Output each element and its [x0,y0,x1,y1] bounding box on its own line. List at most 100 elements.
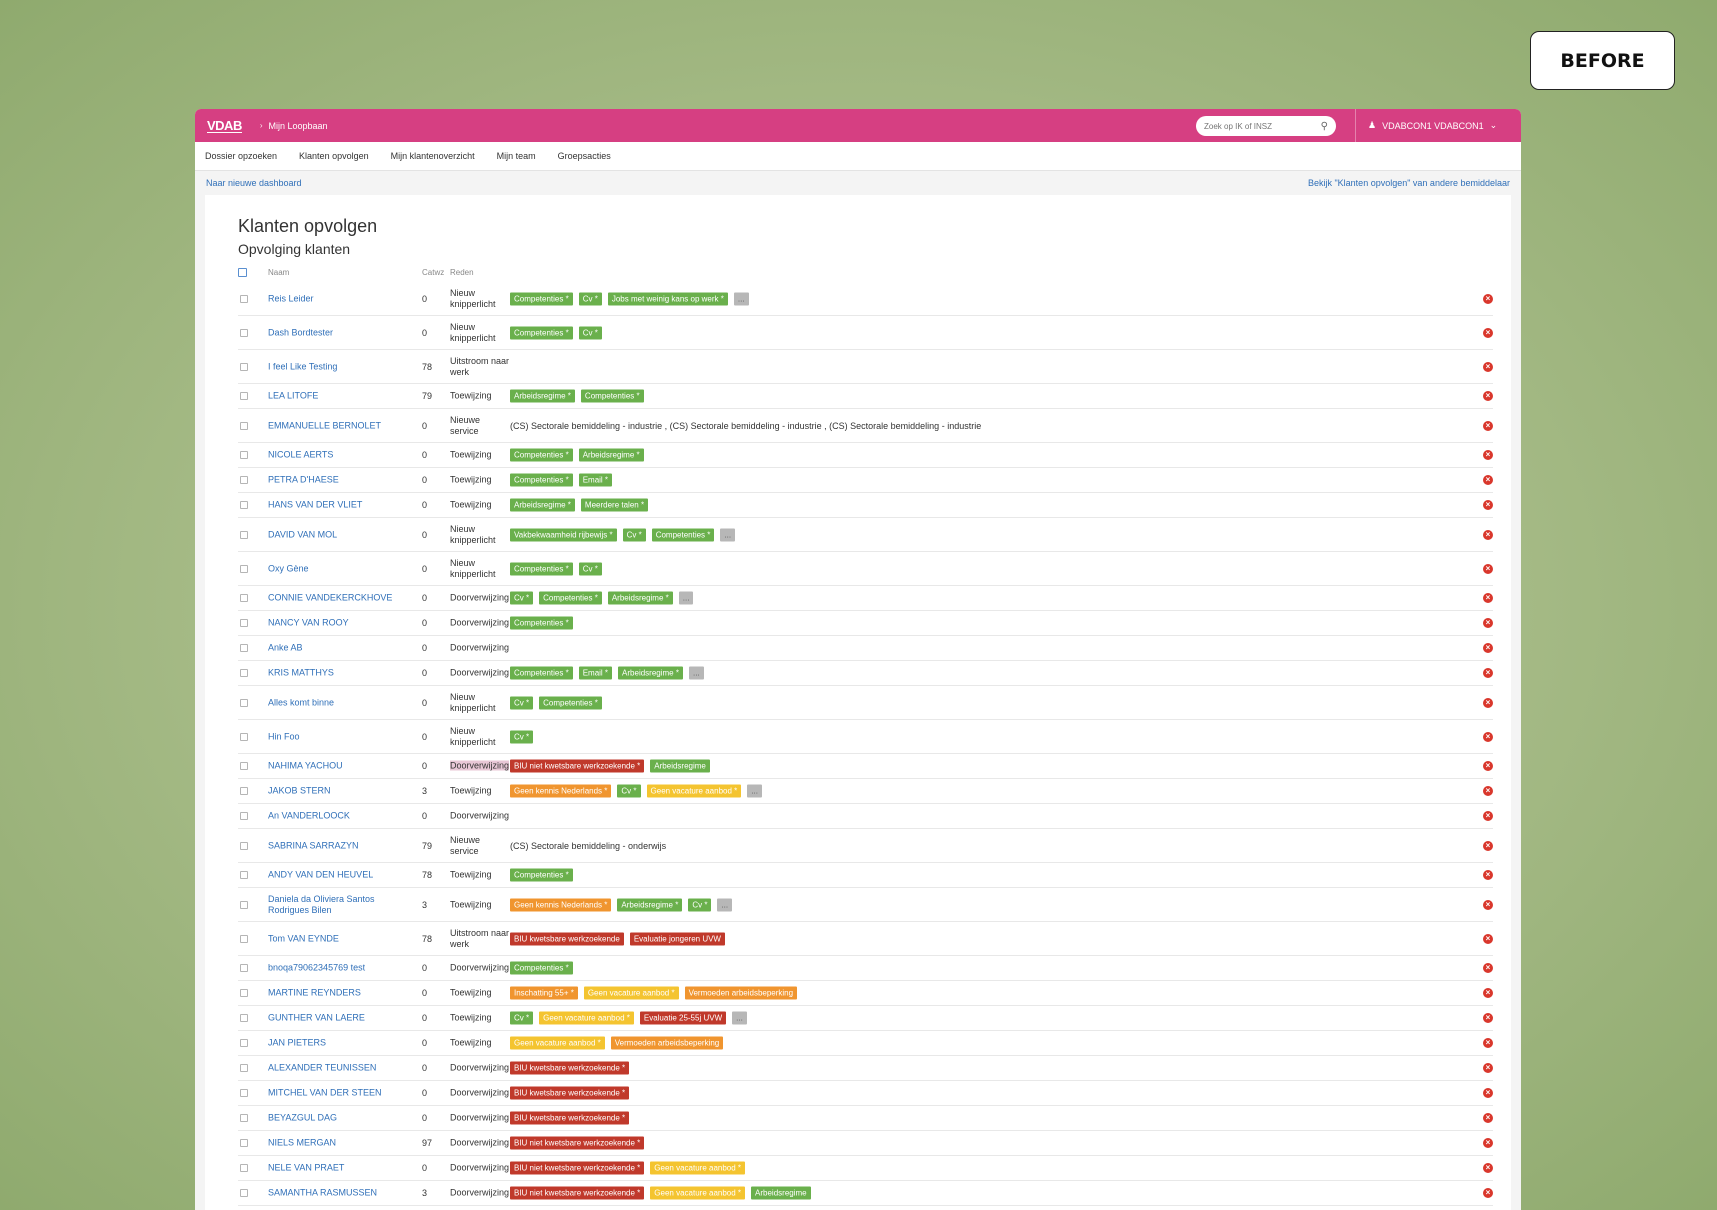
row-checkbox[interactable] [240,841,248,850]
client-name-link[interactable]: EMMANUELLE BERNOLET [268,420,413,431]
more-tags-button[interactable]: ... [747,784,762,798]
client-name-link[interactable]: NAHIMA YACHOU [268,761,413,772]
row-checkbox[interactable] [240,644,248,652]
table-row[interactable]: MITCHEL VAN DER STEEN 0 Doorverwijzing BIU … [238,1081,1493,1106]
remove-icon[interactable]: × [1483,475,1493,485]
client-name-link[interactable]: HANS VAN DER VLIET [268,500,413,511]
table-row[interactable]: ALEXANDER TEUNISSEN 0 Doorverwijzing BIU kw… [238,1056,1493,1081]
client-name-link[interactable]: LEA LITOFE [268,391,413,402]
remove-icon[interactable]: × [1483,643,1493,653]
breadcrumb-mijn-loopbaan[interactable]: Mijn Loopbaan [269,121,328,131]
remove-icon[interactable]: × [1483,450,1493,460]
table-row[interactable]: Oxy Gène 0 Nieuw knipperlicht Competenties … [238,552,1493,586]
table-row[interactable]: LEA LITOFE 79 Toewijzing Arbeidsregime * Com… [238,384,1493,409]
client-name-link[interactable]: ANDY VAN DEN HEUVEL [268,870,413,881]
search-input[interactable] [1204,121,1314,131]
remove-icon[interactable]: × [1483,1113,1493,1123]
table-row[interactable]: NIELS MERGAN 97 Doorverwijzing BIU niet kwe… [238,1131,1493,1156]
more-tags-button[interactable]: ... [720,528,736,541]
client-name-link[interactable]: SAMANTHA RASMUSSEN [268,1188,413,1199]
client-name-link[interactable]: Reis Leider [268,293,413,304]
remove-icon[interactable]: × [1483,988,1493,998]
client-name-link[interactable]: Daniela da Oliviera Santos Rodrigues Bil… [268,894,413,916]
row-checkbox[interactable] [240,476,248,484]
remove-icon[interactable]: × [1483,593,1493,603]
remove-icon[interactable]: × [1483,1038,1493,1048]
remove-icon[interactable]: × [1483,870,1493,880]
client-name-link[interactable]: DAVID VAN MOL [268,529,413,540]
row-checkbox[interactable] [240,934,248,943]
row-checkbox[interactable] [240,1139,248,1147]
table-row[interactable]: Alles komt binne 0 Nieuw knipperlicht Cv * C… [238,686,1493,720]
table-row[interactable]: GUNTHER VAN LAERE 0 Toewijzing Cv * Geen vac… [238,1006,1493,1031]
table-row[interactable]: Tom VAN EYNDE 78 Uitstroom naar werk BIU kw… [238,922,1493,956]
row-checkbox[interactable] [240,989,248,997]
remove-icon[interactable]: × [1483,731,1493,742]
remove-icon[interactable]: × [1483,668,1493,678]
table-row[interactable]: SAMANTHA RASMUSSEN 3 Doorverwijzing BIU nie… [238,1181,1493,1206]
nav-mijn-klantenoverzicht[interactable]: Mijn klantenoverzicht [391,151,475,161]
col-reden[interactable]: Reden [450,268,474,277]
table-row[interactable]: NICOLE AERTS 0 Toewijzing Competenties * Arb… [238,443,1493,468]
table-row[interactable]: Reis Leider 0 Nieuw knipperlicht Competenti… [238,282,1493,316]
client-name-link[interactable]: An VANDERLOOCK [268,811,413,822]
remove-icon[interactable]: × [1483,1088,1493,1098]
row-checkbox[interactable] [240,871,248,879]
remove-icon[interactable]: × [1483,1163,1493,1173]
client-name-link[interactable]: BEYAZGUL DAG [268,1113,413,1124]
remove-icon[interactable]: × [1483,293,1493,304]
row-checkbox[interactable] [240,698,248,707]
remove-icon[interactable]: × [1483,786,1493,796]
table-row[interactable]: bnoqa79062345769 test 0 Doorverwijzing Comp… [238,956,1493,981]
row-checkbox[interactable] [240,669,248,677]
client-name-link[interactable]: Dash Bordtester [268,327,413,338]
table-row[interactable]: BEYAZGUL DAG 0 Doorverwijzing BIU kwetsbare… [238,1106,1493,1131]
nav-mijn-team[interactable]: Mijn team [497,151,536,161]
client-name-link[interactable]: Hin Foo [268,731,413,742]
table-row[interactable]: KRIS MATTHYS 0 Doorverwijzing Competenties … [238,661,1493,686]
remove-icon[interactable]: × [1483,761,1493,771]
more-tags-button[interactable]: ... [733,292,749,305]
more-tags-button[interactable]: ... [732,1011,747,1025]
table-row[interactable]: NELE VAN PRAET 0 Doorverwijzing BIU niet kw… [238,1156,1493,1181]
nav-dossier-opzoeken[interactable]: Dossier opzoeken [205,151,277,161]
client-name-link[interactable]: NELE VAN PRAET [268,1163,413,1174]
row-checkbox[interactable] [240,812,248,820]
client-name-link[interactable]: NICOLE AERTS [268,450,413,461]
table-row[interactable]: Daniela da Oliviera Santos Rodrigues Bil… [238,888,1493,922]
remove-icon[interactable]: × [1483,840,1493,851]
row-checkbox[interactable] [240,594,248,602]
row-checkbox[interactable] [240,619,248,627]
table-row[interactable]: SABRINA SARRAZYN 79 Nieuwe service (CS) Sec… [238,829,1493,863]
table-row[interactable]: Hin Foo 0 Nieuw knipperlicht Cv * × [238,720,1493,754]
col-naam[interactable]: Naam [268,268,289,277]
client-name-link[interactable]: Oxy Gène [268,563,413,574]
remove-icon[interactable]: × [1483,1188,1493,1198]
remove-icon[interactable]: × [1483,1138,1493,1148]
table-row[interactable]: I feel Like Testing 78 Uitstroom naar werk… [238,350,1493,384]
client-name-link[interactable]: Alles komt binne [268,697,413,708]
client-name-link[interactable]: NIELS MERGAN [268,1138,413,1149]
client-name-link[interactable]: GUNTHER VAN LAERE [268,1013,413,1024]
table-row[interactable]: NAHIMA YACHOU 0 Doorverwijzing BIU niet kwe… [238,754,1493,779]
row-checkbox[interactable] [240,421,248,430]
row-checkbox[interactable] [240,362,248,371]
row-checkbox[interactable] [240,1064,248,1072]
client-name-link[interactable]: MITCHEL VAN DER STEEN [268,1088,413,1099]
row-checkbox[interactable] [240,1114,248,1122]
client-name-link[interactable]: KRIS MATTHYS [268,668,413,679]
nav-klanten-opvolgen[interactable]: Klanten opvolgen [299,151,369,161]
table-row[interactable]: PETRA D'HAESE 0 Toewijzing Competenties * Em… [238,468,1493,493]
remove-icon[interactable]: × [1483,697,1493,708]
vdab-logo[interactable]: VDAB [207,119,242,133]
row-checkbox[interactable] [240,964,248,972]
table-row[interactable]: HANS VAN DER VLIET 0 Toewijzing Arbeidsregi… [238,493,1493,518]
table-row[interactable]: MARTINE REYNDERS 0 Toewijzing Inschatting 5… [238,981,1493,1006]
table-row[interactable]: JAN PIETERS 0 Toewijzing Geen vacature aanb… [238,1031,1493,1056]
client-name-link[interactable]: JAKOB STERN [268,786,413,797]
row-checkbox[interactable] [240,294,248,303]
remove-icon[interactable]: × [1483,933,1493,944]
client-name-link[interactable]: MARTINE REYNDERS [268,988,413,999]
remove-icon[interactable]: × [1483,618,1493,628]
client-name-link[interactable]: PETRA D'HAESE [268,475,413,486]
